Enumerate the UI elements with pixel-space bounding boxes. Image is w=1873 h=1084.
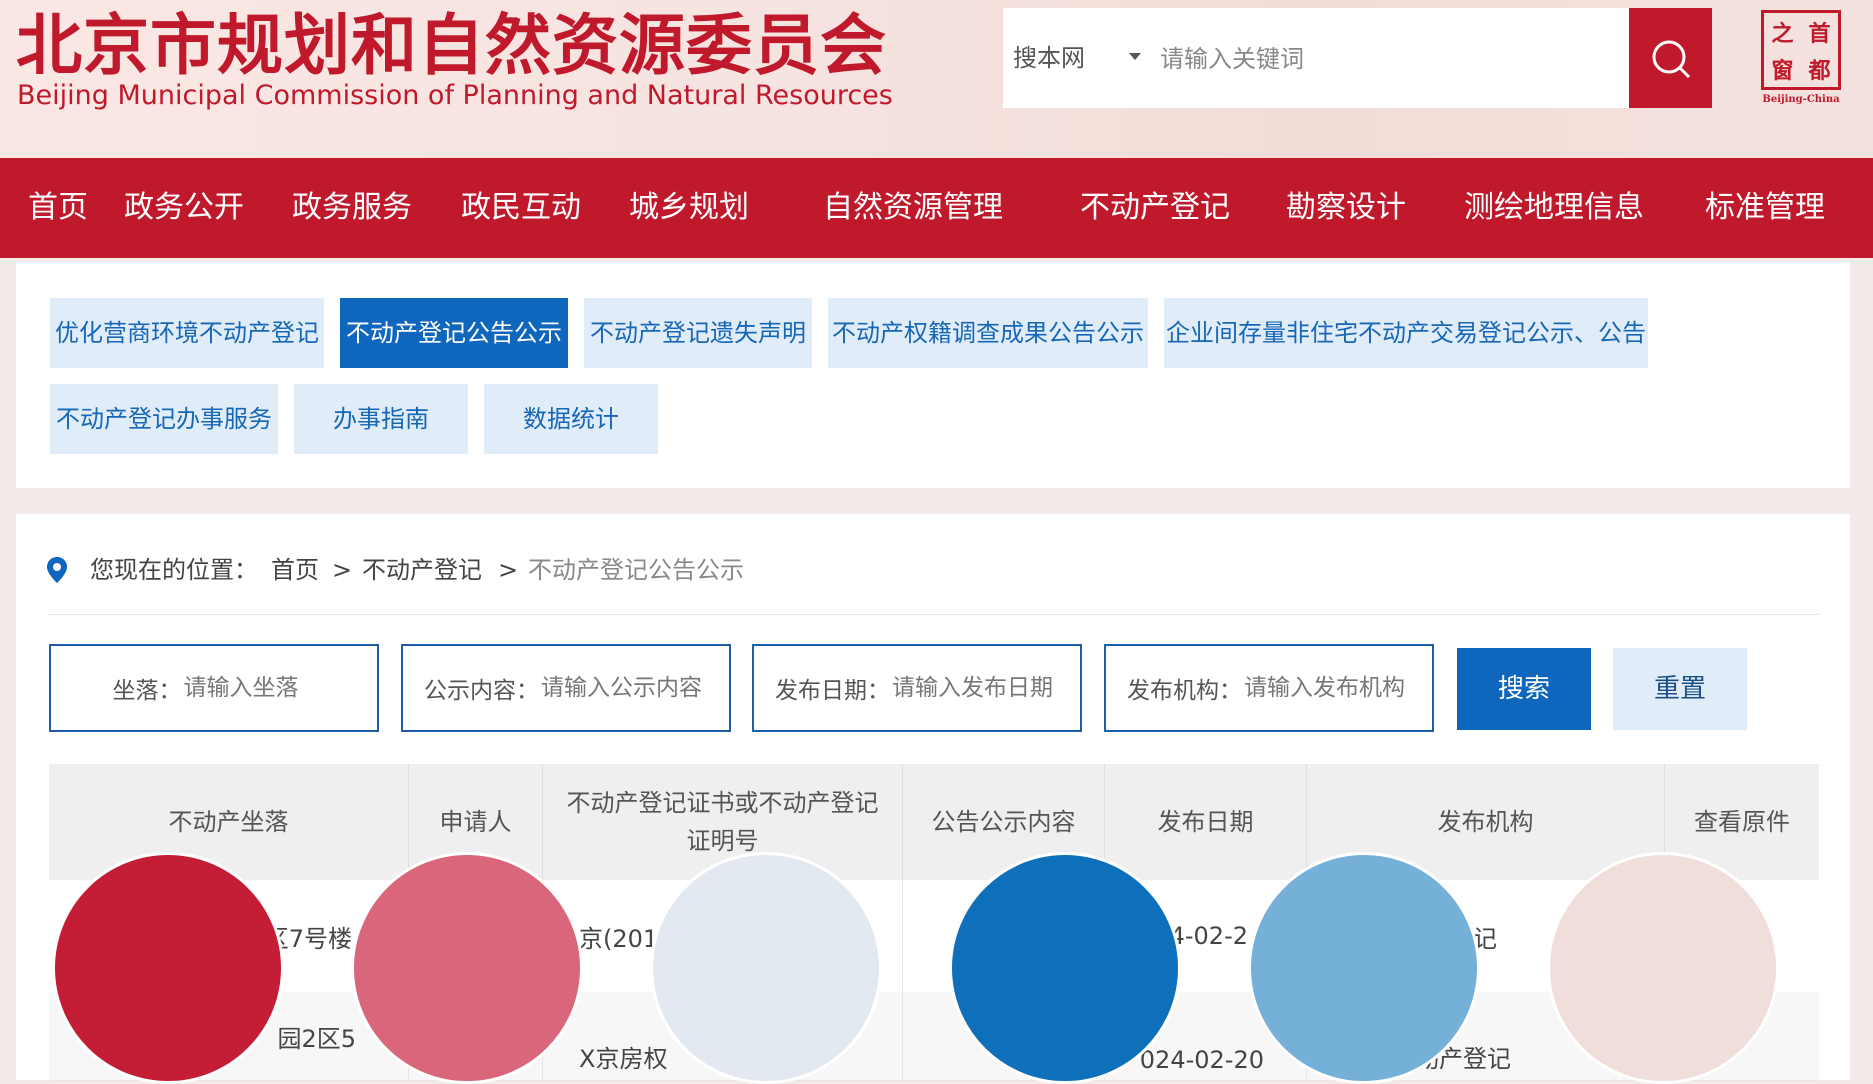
color-swatch: [949, 852, 1181, 1084]
filter-search-button[interactable]: 搜索: [1457, 648, 1591, 730]
nav-item-natural-resources[interactable]: 自然资源管理: [823, 158, 1003, 258]
breadcrumb-separator: >: [498, 556, 519, 584]
tab-loss-statement[interactable]: 不动产登记遗失声明: [584, 298, 812, 368]
search-button[interactable]: [1629, 8, 1712, 108]
search-scope-select[interactable]: 搜本网: [1013, 8, 1085, 108]
color-swatch: [52, 852, 284, 1084]
caret-down-icon[interactable]: [1129, 53, 1141, 60]
tab-statistics[interactable]: 数据统计: [484, 384, 658, 454]
nav-item-real-estate[interactable]: 不动产登记: [1080, 158, 1230, 258]
filter-label: 发布日期：: [775, 678, 890, 704]
tab-enterprise-transaction[interactable]: 企业间存量非住宅不动产交易登记公示、公告: [1164, 298, 1648, 368]
location-pin-icon: [47, 557, 67, 583]
table-header: 不动产坐落 申请人 不动产登记证书或不动产登记证明号 公告公示内容 发布日期 发…: [49, 764, 1819, 880]
divider: [48, 614, 1820, 615]
site-subtitle: Beijing Municipal Commission of Planning…: [17, 80, 893, 111]
logo-char: 首: [1808, 20, 1831, 47]
breadcrumb-real-estate[interactable]: 不动产登记: [362, 550, 482, 590]
logo-seal: 之 首 窗 都: [1761, 10, 1841, 90]
nav-item-interaction[interactable]: 政民互动: [461, 158, 581, 258]
col-location: 不动产坐落: [49, 764, 409, 880]
nav-item-standards[interactable]: 标准管理: [1705, 158, 1825, 258]
nav-item-gov-services[interactable]: 政务服务: [292, 158, 412, 258]
color-swatch: [650, 852, 882, 1084]
col-publish-date: 发布日期: [1105, 764, 1307, 880]
breadcrumb-separator: >: [332, 556, 353, 584]
sub-tabs-panel: 优化营商环境不动产登记 不动产登记公告公示 不动产登记遗失声明 不动产权籍调查成…: [16, 262, 1850, 488]
filter-label: 坐落：: [112, 678, 182, 704]
logo-caption: Beijing-China: [1762, 94, 1840, 105]
tab-guide[interactable]: 办事指南: [294, 384, 468, 454]
nav-item-survey-design[interactable]: 勘察设计: [1286, 158, 1406, 258]
color-swatch: [1547, 852, 1779, 1084]
logo-char: 之: [1771, 20, 1794, 47]
location-input[interactable]: [181, 674, 316, 702]
nav-item-urban-planning[interactable]: 城乡规划: [629, 158, 749, 258]
filter-reset-button[interactable]: 重置: [1613, 648, 1747, 730]
breadcrumb-current: 不动产登记公告公示: [528, 556, 744, 584]
capital-window-logo[interactable]: 之 首 窗 都 Beijing-China: [1755, 10, 1847, 108]
logo-char: 窗: [1771, 57, 1794, 84]
notice-table: 不动产坐落 申请人 不动产登记证书或不动产登记证明号 公告公示内容 发布日期 发…: [49, 764, 1819, 1081]
site-title: 北京市规划和自然资源委员会: [16, 7, 887, 84]
color-swatch: [351, 852, 583, 1084]
publisher-input[interactable]: [1242, 674, 1411, 702]
site-search: 搜本网: [1003, 8, 1629, 108]
breadcrumb-home[interactable]: 首页: [271, 550, 319, 590]
main-nav: 首页 政务公开 政务服务 政民互动 城乡规划 自然资源管理 不动产登记 勘察设计…: [0, 158, 1873, 258]
tab-cadastral-survey[interactable]: 不动产权籍调查成果公告公示: [828, 298, 1148, 368]
publisher-filter[interactable]: 发布机构：: [1104, 644, 1434, 732]
location-filter[interactable]: 坐落：: [49, 644, 379, 732]
site-header: 北京市规划和自然资源委员会 Beijing Municipal Commissi…: [0, 0, 1873, 158]
tab-registration-services[interactable]: 不动产登记办事服务: [50, 384, 278, 454]
logo-char: 都: [1808, 57, 1831, 84]
date-filter[interactable]: 发布日期：: [752, 644, 1082, 732]
filter-label: 发布机构：: [1127, 678, 1242, 704]
tab-registration-notice[interactable]: 不动产登记公告公示: [340, 298, 568, 368]
filter-label: 公示内容：: [424, 678, 539, 704]
nav-item-home[interactable]: 首页: [28, 158, 88, 258]
breadcrumb-prefix: 您现在的位置：: [90, 556, 258, 584]
date-input[interactable]: [890, 674, 1059, 702]
tab-business-environment[interactable]: 优化营商环境不动产登记: [50, 298, 324, 368]
nav-item-surveying[interactable]: 测绘地理信息: [1464, 158, 1644, 258]
search-input[interactable]: [1158, 33, 1612, 85]
content-input[interactable]: [539, 674, 708, 702]
search-icon: [1652, 40, 1691, 79]
nav-item-gov-affairs[interactable]: 政务公开: [124, 158, 244, 258]
color-swatch: [1248, 852, 1480, 1084]
content-filter[interactable]: 公示内容：: [401, 644, 731, 732]
